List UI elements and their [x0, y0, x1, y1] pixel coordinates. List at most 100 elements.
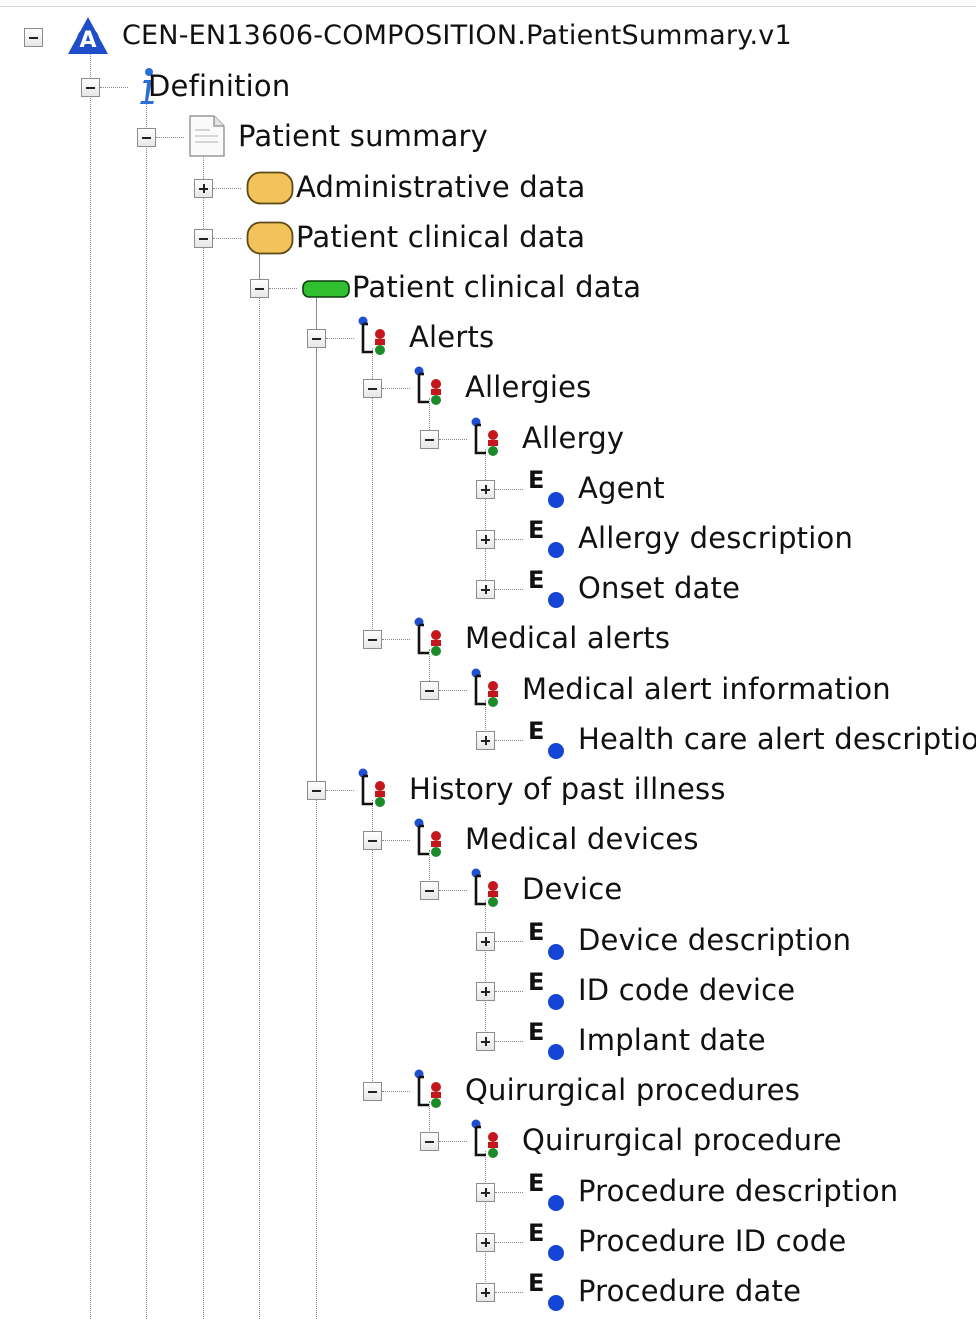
- tree-node-label: CEN-EN13606-COMPOSITION.PatientSummary.v…: [122, 20, 792, 51]
- tree-node-label: Quirurgical procedures: [465, 1073, 801, 1107]
- minus-sign: [425, 690, 434, 692]
- tree-node[interactable]: E Implant date: [0, 1016, 976, 1066]
- minus-sign: [368, 840, 377, 842]
- tree-node[interactable]: E ID code device: [0, 966, 976, 1016]
- tree-node-label: Implant date: [578, 1023, 766, 1057]
- expand-toggle[interactable]: [476, 1032, 495, 1051]
- tree-node[interactable]: Medical alert information: [0, 665, 976, 715]
- tree-node[interactable]: E Onset date: [0, 564, 976, 614]
- tree-connector-horizontal: [439, 439, 467, 440]
- collapse-toggle[interactable]: [363, 630, 382, 649]
- expand-toggle[interactable]: [476, 480, 495, 499]
- expand-toggle[interactable]: [194, 179, 213, 198]
- expand-toggle[interactable]: [476, 982, 495, 1001]
- collapse-toggle[interactable]: [194, 229, 213, 248]
- collapse-toggle[interactable]: [420, 881, 439, 900]
- tree-node[interactable]: E Procedure ID code: [0, 1217, 976, 1267]
- tree-node[interactable]: Allergies: [0, 363, 976, 413]
- minus-sign: [425, 1141, 434, 1143]
- tree-connector-horizontal: [495, 941, 523, 942]
- collapse-toggle[interactable]: [81, 78, 100, 97]
- collapse-toggle[interactable]: [363, 1082, 382, 1101]
- plus-sign: [485, 485, 487, 494]
- archetype-tree: A CEN-EN13606-COMPOSITION.PatientSummary.…: [0, 0, 976, 1319]
- tree-node[interactable]: Alerts: [0, 313, 976, 363]
- collapse-toggle[interactable]: [420, 1132, 439, 1151]
- minus-sign: [29, 37, 38, 39]
- minus-sign: [199, 238, 208, 240]
- tree-node[interactable]: Device: [0, 865, 976, 915]
- element-icon: E: [527, 1219, 567, 1263]
- tree-node-label: Allergy description: [578, 521, 854, 555]
- tree-node[interactable]: E Device description: [0, 916, 976, 966]
- cluster-icon: [470, 1119, 504, 1159]
- tree-node[interactable]: Definition: [0, 62, 976, 112]
- tree-node[interactable]: Allergy: [0, 414, 976, 464]
- plus-sign: [485, 535, 487, 544]
- cluster-icon: [413, 366, 447, 406]
- collapse-toggle[interactable]: [420, 430, 439, 449]
- collapse-toggle[interactable]: [137, 128, 156, 147]
- collapse-toggle[interactable]: [24, 28, 43, 47]
- tree-node[interactable]: Quirurgical procedures: [0, 1066, 976, 1116]
- tree-connector-horizontal: [382, 1091, 410, 1092]
- tree-node[interactable]: Quirurgical procedure: [0, 1116, 976, 1166]
- tree-connector-horizontal: [495, 589, 523, 590]
- plus-sign: [485, 1238, 487, 1247]
- tree-node[interactable]: History of past illness: [0, 765, 976, 815]
- element-icon: E: [527, 968, 567, 1012]
- tree-connector-horizontal: [495, 1192, 523, 1193]
- tree-connector-horizontal: [213, 238, 241, 239]
- tree-node[interactable]: E Agent: [0, 464, 976, 514]
- element-icon: E: [527, 516, 567, 560]
- tree-node-label: Health care alert description: [578, 722, 976, 756]
- collapse-toggle[interactable]: [363, 379, 382, 398]
- element-icon: E: [527, 1018, 567, 1062]
- expand-toggle[interactable]: [476, 932, 495, 951]
- tree-node[interactable]: A CEN-EN13606-COMPOSITION.PatientSummary.…: [0, 12, 976, 62]
- collapse-toggle[interactable]: [250, 279, 269, 298]
- tree-connector-horizontal: [213, 188, 241, 189]
- tree-node[interactable]: E Allergy description: [0, 514, 976, 564]
- tree-node-label: Device: [522, 872, 623, 906]
- tree-node-label: Allergy: [522, 421, 625, 455]
- svg-text:E: E: [528, 1018, 544, 1046]
- tree-connector-horizontal: [495, 740, 523, 741]
- tree-node[interactable]: E Procedure date: [0, 1267, 976, 1317]
- tree-node[interactable]: Medical alerts: [0, 614, 976, 664]
- expand-toggle[interactable]: [476, 580, 495, 599]
- tree-node[interactable]: Patient clinical data: [0, 213, 976, 263]
- element-icon: E: [527, 918, 567, 962]
- minus-sign: [368, 388, 377, 390]
- tree-node[interactable]: E Health care alert description: [0, 715, 976, 765]
- tree-node[interactable]: E Procedure description: [0, 1167, 976, 1217]
- collapse-toggle[interactable]: [420, 681, 439, 700]
- collapse-toggle[interactable]: [307, 781, 326, 800]
- expand-toggle[interactable]: [476, 1283, 495, 1302]
- collapse-toggle[interactable]: [363, 831, 382, 850]
- tree-node-label: History of past illness: [409, 772, 726, 806]
- plus-sign: [485, 1188, 487, 1197]
- tree-node[interactable]: Patient clinical data: [0, 263, 976, 313]
- tree-node[interactable]: Medical devices: [0, 815, 976, 865]
- tree-connector-horizontal: [100, 87, 128, 88]
- minus-sign: [425, 890, 434, 892]
- tree-node-label: Patient clinical data: [296, 220, 586, 254]
- minus-sign: [312, 790, 321, 792]
- tree-connector-horizontal: [439, 690, 467, 691]
- cluster-icon: [470, 417, 504, 457]
- tree-node-label: Quirurgical procedure: [522, 1123, 842, 1157]
- expand-toggle[interactable]: [476, 731, 495, 750]
- expand-toggle[interactable]: [476, 530, 495, 549]
- collapse-toggle[interactable]: [307, 329, 326, 348]
- cluster-icon: [357, 768, 391, 808]
- tree-node[interactable]: Administrative data: [0, 163, 976, 213]
- element-icon: E: [527, 466, 567, 510]
- tree-connector-horizontal: [439, 1141, 467, 1142]
- expand-toggle[interactable]: [476, 1183, 495, 1202]
- tree-node-label: Patient clinical data: [352, 270, 642, 304]
- element-icon: E: [527, 1169, 567, 1213]
- expand-toggle[interactable]: [476, 1233, 495, 1252]
- tree-node[interactable]: Patient summary: [0, 112, 976, 162]
- svg-text:E: E: [528, 1219, 544, 1247]
